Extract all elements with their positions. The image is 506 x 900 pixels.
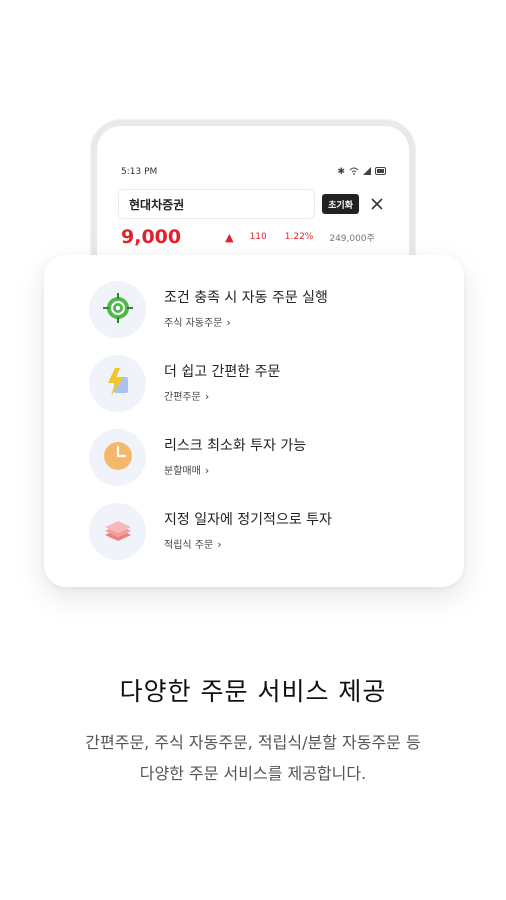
layers-icon <box>101 513 135 551</box>
feature-link-label: 적립식 주문 <box>164 540 214 551</box>
quote-row: 9,000 ▲ 110 1.22% 249,000주 <box>121 226 379 248</box>
quote-change: 110 <box>249 232 267 242</box>
feature-link-label: 분할매매 <box>164 466 201 477</box>
feature-link-split-trading[interactable]: 분할매매 › <box>164 462 209 477</box>
wifi-icon <box>349 167 359 178</box>
status-time: 5:13 PM <box>121 167 158 177</box>
chevron-right-icon: › <box>204 390 210 403</box>
feature-card: 조건 충족 시 자동 주문 실행 주식 자동주문 › 더 쉽고 간편한 주문 간편… <box>44 255 464 587</box>
search-row: 현대차증권 초기화 <box>119 190 387 218</box>
feature-icon-bg <box>89 281 146 338</box>
quote-rate: 1.22% <box>284 232 314 242</box>
page-description: 간편주문, 주식 자동주문, 적립식/분할 자동주문 등 다양한 주문 서비스를… <box>0 727 506 789</box>
feature-title: 지정 일자에 정기적으로 투자 <box>164 512 332 528</box>
feature-item-simple-order[interactable]: 더 쉽고 간편한 주문 간편주문 › <box>89 355 429 415</box>
chevron-right-icon: › <box>226 316 231 329</box>
feature-title: 리스크 최소화 투자 가능 <box>164 438 307 454</box>
quote-price: 9,000 <box>121 226 182 248</box>
feature-link-label: 간편주문 <box>164 392 201 403</box>
feature-item-auto-order[interactable]: 조건 충족 시 자동 주문 실행 주식 자동주문 › <box>89 281 429 341</box>
lightning-icon <box>101 365 135 403</box>
battery-icon <box>375 166 387 178</box>
up-arrow-icon: ▲ <box>225 230 234 244</box>
feature-title: 조건 충족 시 자동 주문 실행 <box>164 290 328 306</box>
feature-item-installment-order[interactable]: 지정 일자에 정기적으로 투자 적립식 주문 › <box>89 503 429 563</box>
feature-icon-bg <box>89 429 146 486</box>
reset-button[interactable]: 초기화 <box>322 194 359 214</box>
quote-volume: 249,000주 <box>329 233 375 244</box>
page-headline: 다양한 주문 서비스 제공 <box>119 677 387 706</box>
feature-link-simple-order[interactable]: 간편주문 › <box>164 388 209 403</box>
target-icon <box>101 291 135 329</box>
status-icons: ✱ <box>337 166 387 178</box>
feature-link-auto-order[interactable]: 주식 자동주문 › <box>164 314 231 329</box>
feature-icon-bg <box>89 355 146 412</box>
clock-icon <box>101 439 135 477</box>
description-line: 간편주문, 주식 자동주문, 적립식/분할 자동주문 등 <box>85 733 421 752</box>
status-bar: 5:13 PM ✱ <box>121 164 387 180</box>
close-icon[interactable] <box>367 194 387 214</box>
chevron-right-icon: › <box>204 464 210 477</box>
stock-search-field[interactable]: 현대차증권 <box>119 190 315 218</box>
bluetooth-icon: ✱ <box>337 167 345 177</box>
feature-link-installment-order[interactable]: 적립식 주문 › <box>164 536 222 551</box>
feature-title: 더 쉽고 간편한 주문 <box>164 364 281 380</box>
search-value: 현대차증권 <box>129 197 185 212</box>
chevron-right-icon: › <box>217 538 222 551</box>
description-line: 다양한 주문 서비스를 제공합니다. <box>139 764 367 783</box>
signal-icon <box>363 166 371 178</box>
feature-icon-bg <box>89 503 146 560</box>
feature-item-split-trading[interactable]: 리스크 최소화 투자 가능 분할매매 › <box>89 429 429 489</box>
feature-link-label: 주식 자동주문 <box>164 318 223 329</box>
